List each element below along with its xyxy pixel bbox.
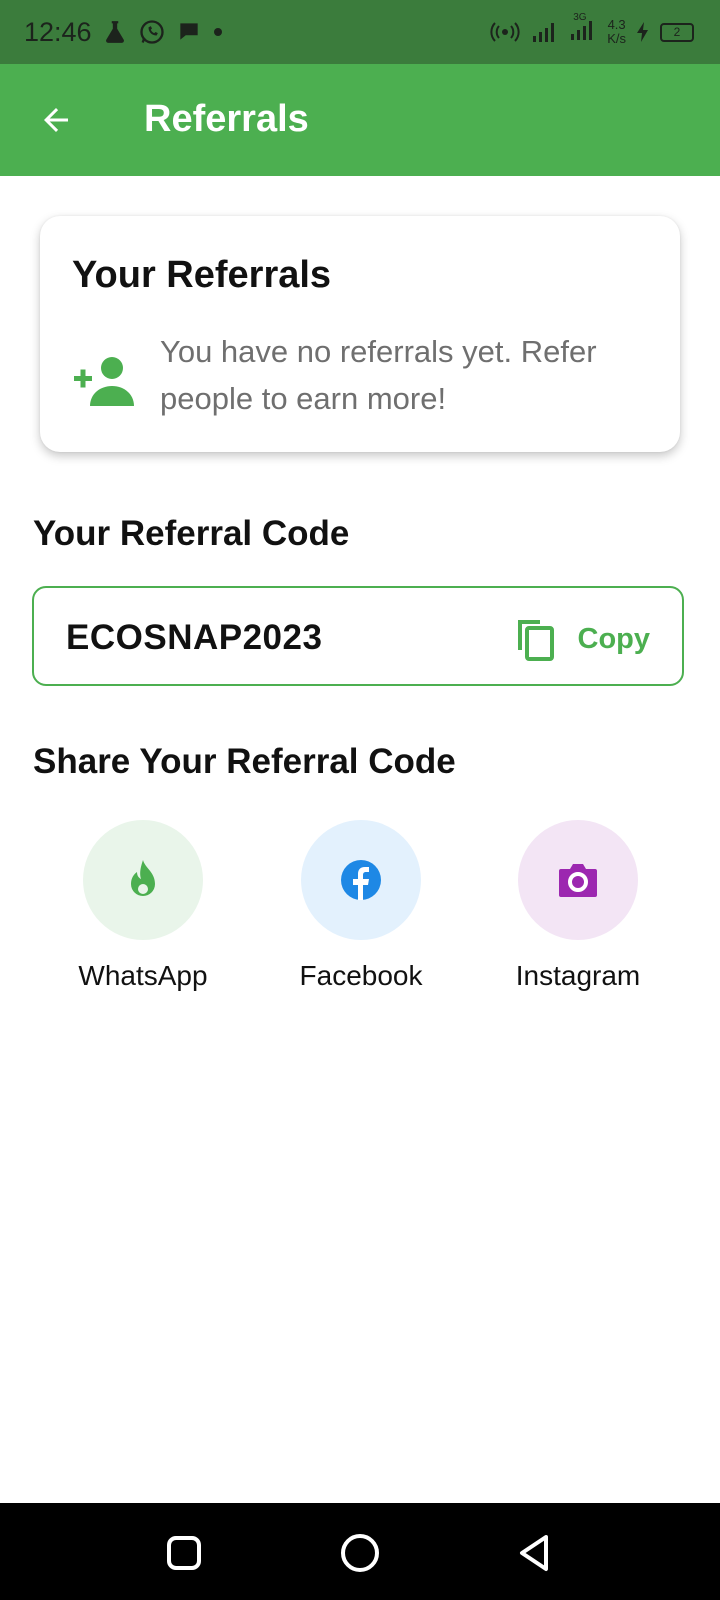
no-referrals-message: You have no referrals yet. Refer people … (160, 334, 597, 416)
share-heading: Share Your Referral Code (33, 742, 456, 781)
referral-code-box: ECOSNAP2023 Copy (32, 586, 684, 686)
referrals-card-title: Your Referrals (72, 254, 332, 296)
charging-icon (637, 22, 648, 42)
facebook-icon (341, 860, 381, 900)
page-title: Referrals (144, 98, 309, 140)
recents-button[interactable] (162, 1531, 206, 1575)
back-nav-button[interactable] (514, 1531, 558, 1575)
share-instagram-button[interactable]: Instagram (468, 820, 688, 992)
copy-icon (517, 620, 554, 661)
person-add-icon (74, 357, 134, 406)
home-button[interactable] (338, 1531, 382, 1575)
speed-unit: K/s (607, 31, 626, 46)
signal-icon (533, 23, 555, 42)
copy-label: Copy (577, 622, 651, 655)
referrals-card: Your Referrals You have no referrals yet… (40, 216, 680, 452)
whatsapp-circle (83, 820, 203, 940)
share-facebook-button[interactable]: Facebook (251, 820, 471, 992)
share-whatsapp-label: WhatsApp (78, 960, 208, 991)
speed-value: 4.3 (607, 17, 626, 32)
share-whatsapp-button[interactable]: WhatsApp (33, 820, 253, 992)
battery-icon: 2 (660, 22, 694, 42)
facebook-circle (301, 820, 421, 940)
copy-button[interactable]: Copy (514, 616, 651, 662)
chat-icon (179, 23, 198, 40)
status-bar: 12:46 3G 4.3 K/s 2 (0, 0, 720, 64)
signal-3g: 3G (569, 12, 597, 47)
status-time: 12:46 (24, 16, 92, 47)
flask-icon (105, 21, 124, 43)
share-facebook-label: Facebook (299, 960, 423, 991)
app-bar: Referrals (0, 64, 720, 176)
network-type-label: 3G (573, 11, 587, 23)
flame-icon (131, 860, 155, 896)
circle-icon (341, 1534, 379, 1572)
instagram-circle (518, 820, 638, 940)
system-nav-bar (0, 1503, 720, 1600)
triangle-back-icon (520, 1535, 548, 1571)
dot-icon (213, 28, 222, 36)
hotspot-icon (490, 22, 520, 42)
whatsapp-status-icon (139, 20, 164, 44)
referral-code-value: ECOSNAP2023 (66, 618, 323, 657)
arrow-left-icon (44, 108, 68, 132)
camera-icon (559, 864, 597, 897)
referral-code-heading: Your Referral Code (33, 514, 350, 553)
square-icon (167, 1536, 201, 1570)
share-instagram-label: Instagram (515, 960, 641, 991)
back-button[interactable] (34, 98, 78, 142)
network-speed: 4.3 K/s (607, 18, 626, 46)
